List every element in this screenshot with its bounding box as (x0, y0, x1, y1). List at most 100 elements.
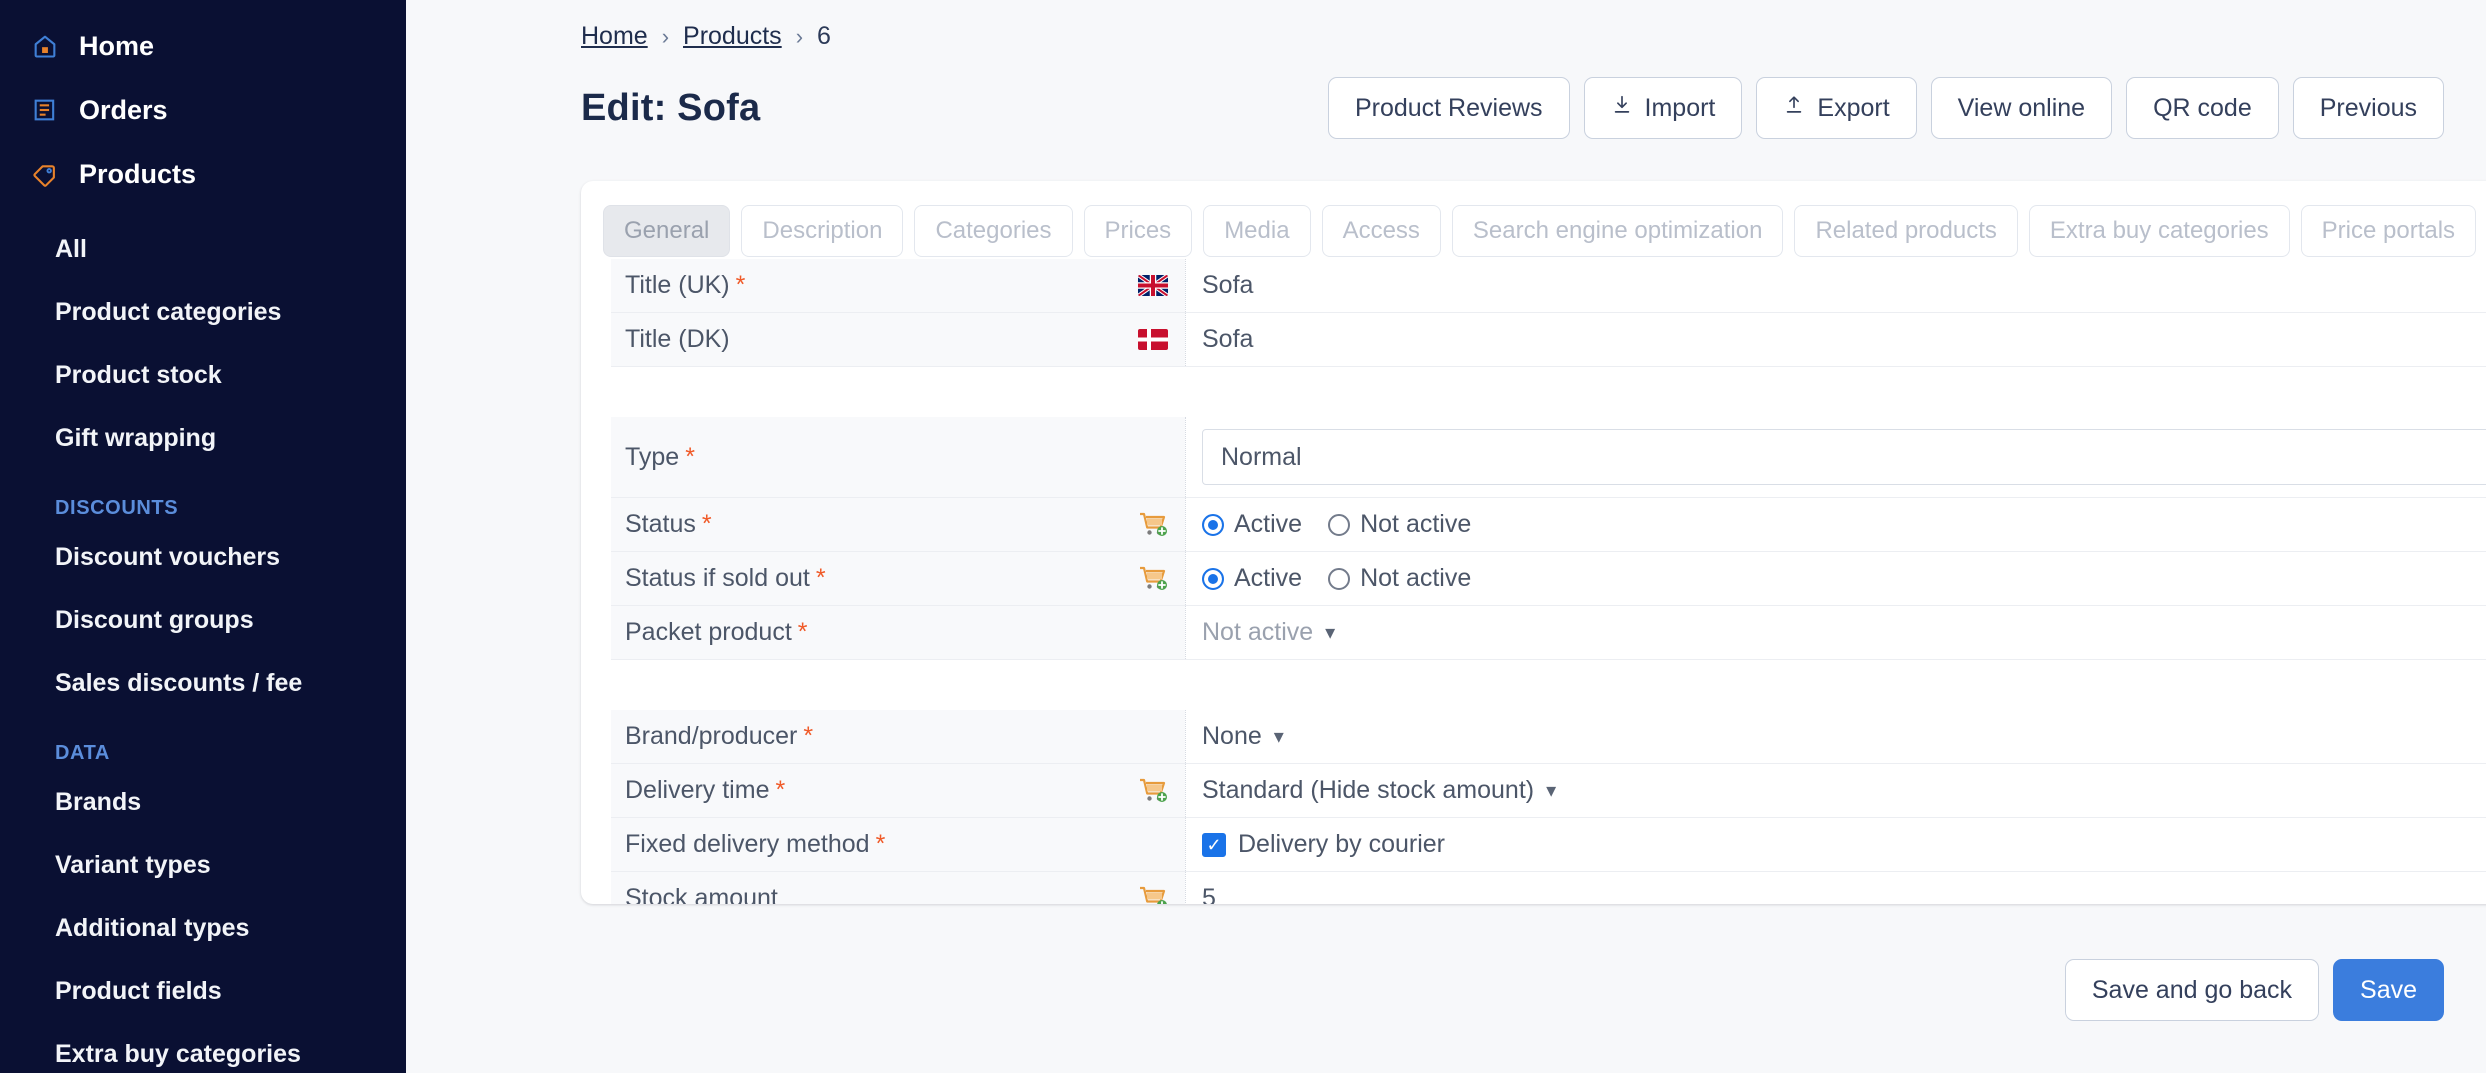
row-value[interactable]: Sofa (1185, 313, 2486, 366)
sidebar-item-home[interactable]: Home (0, 14, 406, 78)
sidebar-item-label: Variant types (55, 851, 211, 879)
status-radio-active[interactable]: Active (1202, 510, 1302, 539)
row-label: Packet product * (611, 606, 1121, 659)
save-button[interactable]: Save (2333, 959, 2444, 1021)
tab-label: Prices (1104, 217, 1172, 244)
sidebar-item-gift-wrapping[interactable]: Gift wrapping (0, 407, 406, 470)
breadcrumb-home[interactable]: Home (581, 22, 648, 51)
label-text: Packet product (625, 618, 792, 646)
tab-label: Access (1342, 217, 1420, 244)
delivery-time-select[interactable]: Standard (Hide stock amount) ▾ (1202, 776, 1556, 805)
sidebar-item-label: Products (79, 158, 197, 189)
product-reviews-button[interactable]: Product Reviews (1327, 77, 1570, 139)
previous-button[interactable]: Previous (2292, 77, 2444, 139)
checkbox-checked-icon: ✓ (1202, 832, 1226, 857)
tag-icon (30, 159, 60, 189)
type-select-value: Normal (1221, 442, 1302, 471)
sidebar-item-products[interactable]: Products (0, 142, 406, 206)
export-button[interactable]: Export (1756, 77, 1917, 139)
tab-general[interactable]: General (603, 205, 731, 257)
brand-producer-select[interactable]: None ▾ (1202, 722, 1284, 751)
row-value: Active Not active (1185, 552, 2486, 605)
sidebar-item-label: Home (79, 30, 155, 61)
header-actions: Product Reviews Import Export View onlin… (1327, 77, 2444, 139)
sidebar-top-nav: Home Orders Products All Product categor… (0, 14, 406, 1073)
sidebar-item-label: Discount vouchers (55, 543, 281, 571)
tab-access[interactable]: Access (1321, 205, 1441, 257)
required-marker: * (875, 830, 886, 858)
flag-uk-icon (1121, 259, 1185, 312)
import-icon (1611, 94, 1633, 123)
import-button[interactable]: Import (1583, 77, 1743, 139)
tab-label: Search engine optimization (1472, 217, 1763, 244)
label-text: Status if sold out (625, 564, 810, 592)
required-marker: * (815, 564, 826, 592)
main-content: Home › Products › 6 Edit: Sofa Product R… (406, 0, 2486, 1073)
type-select[interactable]: Normal ▾ (1202, 429, 2486, 485)
tab-prices[interactable]: Prices (1083, 205, 1193, 257)
radio-dot (1202, 513, 1224, 536)
checkbox-label: Delivery by courier (1238, 830, 1446, 858)
sidebar-item-product-stock[interactable]: Product stock (0, 344, 406, 407)
sidebar-item-sales-discounts-fee[interactable]: Sales discounts / fee (0, 652, 406, 715)
delivery-time-value: Standard (Hide stock amount) (1202, 776, 1535, 804)
breadcrumb-products[interactable]: Products (683, 22, 782, 51)
gap-spacer (1185, 367, 2486, 417)
tab-extra-buy-categories[interactable]: Extra buy categories (2028, 205, 2290, 257)
row-label: Status * (611, 498, 1121, 551)
status-sold-out-radio-group: Active Not active (1202, 564, 1471, 593)
form-row-fixed-delivery-method: Fixed delivery method * ✓ Delivery by co… (611, 818, 2486, 872)
status-sold-out-radio-active[interactable]: Active (1202, 564, 1302, 593)
row-value[interactable]: Sofa (1185, 259, 2486, 312)
tab-label: Categories (935, 217, 1052, 244)
sidebar-item-label: Brands (55, 788, 142, 816)
sidebar-item-discount-groups[interactable]: Discount groups (0, 589, 406, 652)
button-label: Save and go back (2091, 975, 2293, 1004)
sidebar-item-brands[interactable]: Brands (0, 771, 406, 834)
sidebar-item-all[interactable]: All (0, 218, 406, 281)
form-row-title-uk: Title (UK) * Sofa (611, 259, 2486, 313)
save-and-go-back-button[interactable]: Save and go back (2064, 959, 2320, 1021)
row-value: Active Not active (1185, 498, 2486, 551)
sidebar-item-product-categories[interactable]: Product categories (0, 281, 406, 344)
sidebar-item-extra-buy-categories[interactable]: Extra buy categories (0, 1023, 406, 1073)
tab-categories[interactable]: Categories (914, 205, 1073, 257)
sidebar-item-additional-types[interactable]: Additional types (0, 897, 406, 960)
sidebar-item-product-fields[interactable]: Product fields (0, 960, 406, 1023)
view-online-button[interactable]: View online (1930, 77, 2113, 139)
row-value[interactable]: 5 (1185, 872, 2486, 904)
sidebar-item-label: Extra buy categories (55, 1040, 301, 1068)
required-marker: * (735, 271, 746, 299)
tab-search-engine-optimization[interactable]: Search engine optimization (1451, 205, 1784, 257)
sidebar-item-label: Product stock (55, 361, 222, 389)
form-scroll-area[interactable]: Title (UK) * Sofa Title (DK) Sofa Type *… (581, 259, 2486, 904)
required-marker: * (775, 776, 786, 804)
status-sold-out-radio-not-active[interactable]: Not active (1328, 564, 1471, 593)
button-label: Previous (2319, 93, 2417, 122)
tab-media[interactable]: Media (1203, 205, 1311, 257)
button-label: Import (1644, 93, 1716, 122)
tab-price-portals[interactable]: Price portals (2300, 205, 2477, 257)
packet-product-select[interactable]: Not active ▾ (1202, 618, 1335, 647)
brand-producer-value: None (1202, 722, 1262, 750)
tab-label: General (624, 217, 710, 244)
status-radio-not-active[interactable]: Not active (1328, 510, 1471, 539)
sidebar-group-data: DATA (55, 742, 110, 764)
cart-icon (1121, 764, 1185, 817)
tab-description[interactable]: Description (741, 205, 904, 257)
required-marker: * (701, 510, 712, 538)
row-label: Title (UK) * (611, 259, 1121, 312)
sidebar-item-orders[interactable]: Orders (0, 78, 406, 142)
sidebar-item-discount-vouchers[interactable]: Discount vouchers (0, 526, 406, 589)
sidebar-item-label: Gift wrapping (55, 424, 217, 452)
label-text: Fixed delivery method (625, 830, 870, 858)
required-marker: * (797, 618, 808, 646)
sidebar-item-variant-types[interactable]: Variant types (0, 834, 406, 897)
qr-code-button[interactable]: QR code (2126, 77, 2279, 139)
delivery-by-courier-checkbox[interactable]: ✓ Delivery by courier (1202, 830, 1445, 859)
tab-related-products[interactable]: Related products (1794, 205, 2018, 257)
form-section-gap (611, 660, 2486, 710)
gap-spacer (1185, 660, 2486, 710)
button-label: View online (1957, 93, 2086, 122)
